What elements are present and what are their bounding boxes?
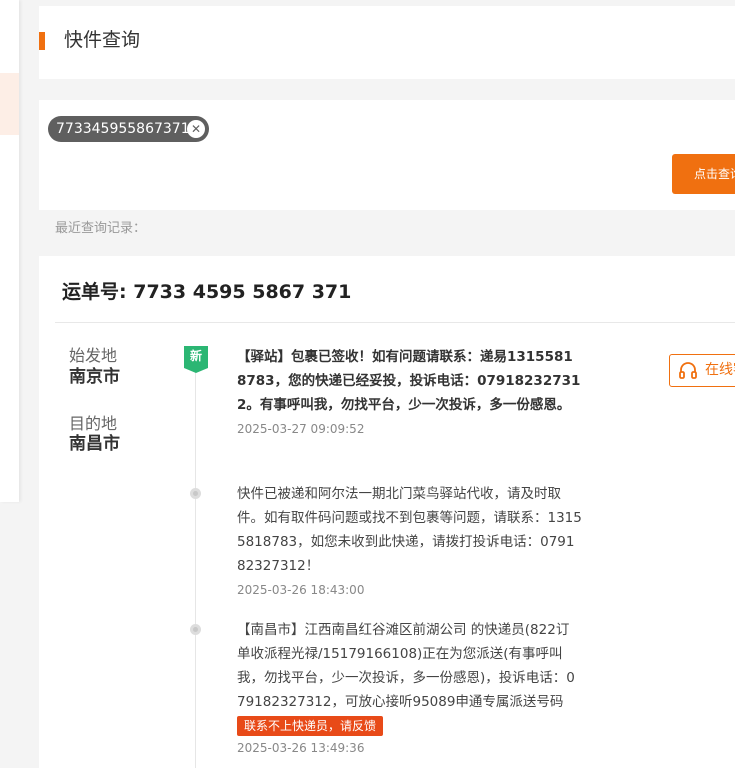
courier-feedback-button[interactable]: 联系不上快递员，请反馈 (237, 716, 384, 736)
origin-label: 始发地 (69, 346, 118, 365)
destination-label: 目的地 (69, 414, 118, 433)
waybill-label: 运单号 (62, 281, 120, 303)
timeline-line (195, 364, 196, 768)
waybill-number: : 7733 4595 5867 371 (119, 281, 352, 303)
query-card: 773345955867371 ✕ 点击查询 (39, 100, 735, 210)
tracking-event: 【驿站】包裹已签收！如有问题请联系：递易13155818783，您的快递已经妥投… (237, 345, 582, 438)
left-sidebar (0, 0, 19, 502)
sidebar-active-item[interactable] (0, 73, 19, 135)
tracking-event: 【南昌市】江西南昌红谷滩区前湖公司 的快递员(822订单收派程光禄/151791… (237, 618, 582, 757)
event-time: 2025-03-26 13:49:36 (237, 741, 365, 755)
event-time: 2025-03-27 09:09:52 (237, 422, 365, 436)
close-icon[interactable]: ✕ (187, 120, 205, 138)
event-text: 【驿站】包裹已签收！如有问题请联系：递易13155818783，您的快递已经妥投… (237, 349, 581, 413)
timeline-dot (190, 624, 201, 635)
event-time: 2025-03-26 18:43:00 (237, 583, 365, 597)
tracking-number-text: 773345955867371 (56, 121, 190, 137)
online-service-button[interactable]: 在线客服 (669, 354, 735, 387)
waybill-heading: 运单号: 7733 4595 5867 371 (62, 280, 351, 304)
event-text: 快件已被递和阿尔法一期北门菜鸟驿站代收，请及时取件。如有取件码问题或找不到包裹等… (237, 486, 582, 574)
timeline-dot (190, 488, 201, 499)
page-title: 快件查询 (64, 29, 141, 51)
headset-icon (679, 362, 697, 379)
header-card: 快件查询 (39, 6, 735, 79)
tracking-event: 快件已被递和阿尔法一期北门菜鸟驿站代收，请及时取件。如有取件码问题或找不到包裹等… (237, 482, 582, 599)
online-service-label: 在线客服 (705, 362, 735, 378)
query-button[interactable]: 点击查询 (672, 154, 735, 194)
origin-city: 南京市 (69, 367, 120, 387)
tracking-number-chip[interactable]: 773345955867371 ✕ (48, 116, 209, 142)
destination-city: 南昌市 (69, 434, 120, 454)
divider (55, 322, 735, 323)
new-badge: 新 (184, 346, 208, 373)
recent-queries-label: 最近查询记录： (55, 221, 147, 236)
result-card: 运单号: 7733 4595 5867 371 始发地 南京市 目的地 南昌市 … (39, 256, 735, 768)
title-marker (39, 32, 45, 50)
event-text: 【南昌市】江西南昌红谷滩区前湖公司 的快递员(822订单收派程光禄/151791… (237, 622, 575, 710)
